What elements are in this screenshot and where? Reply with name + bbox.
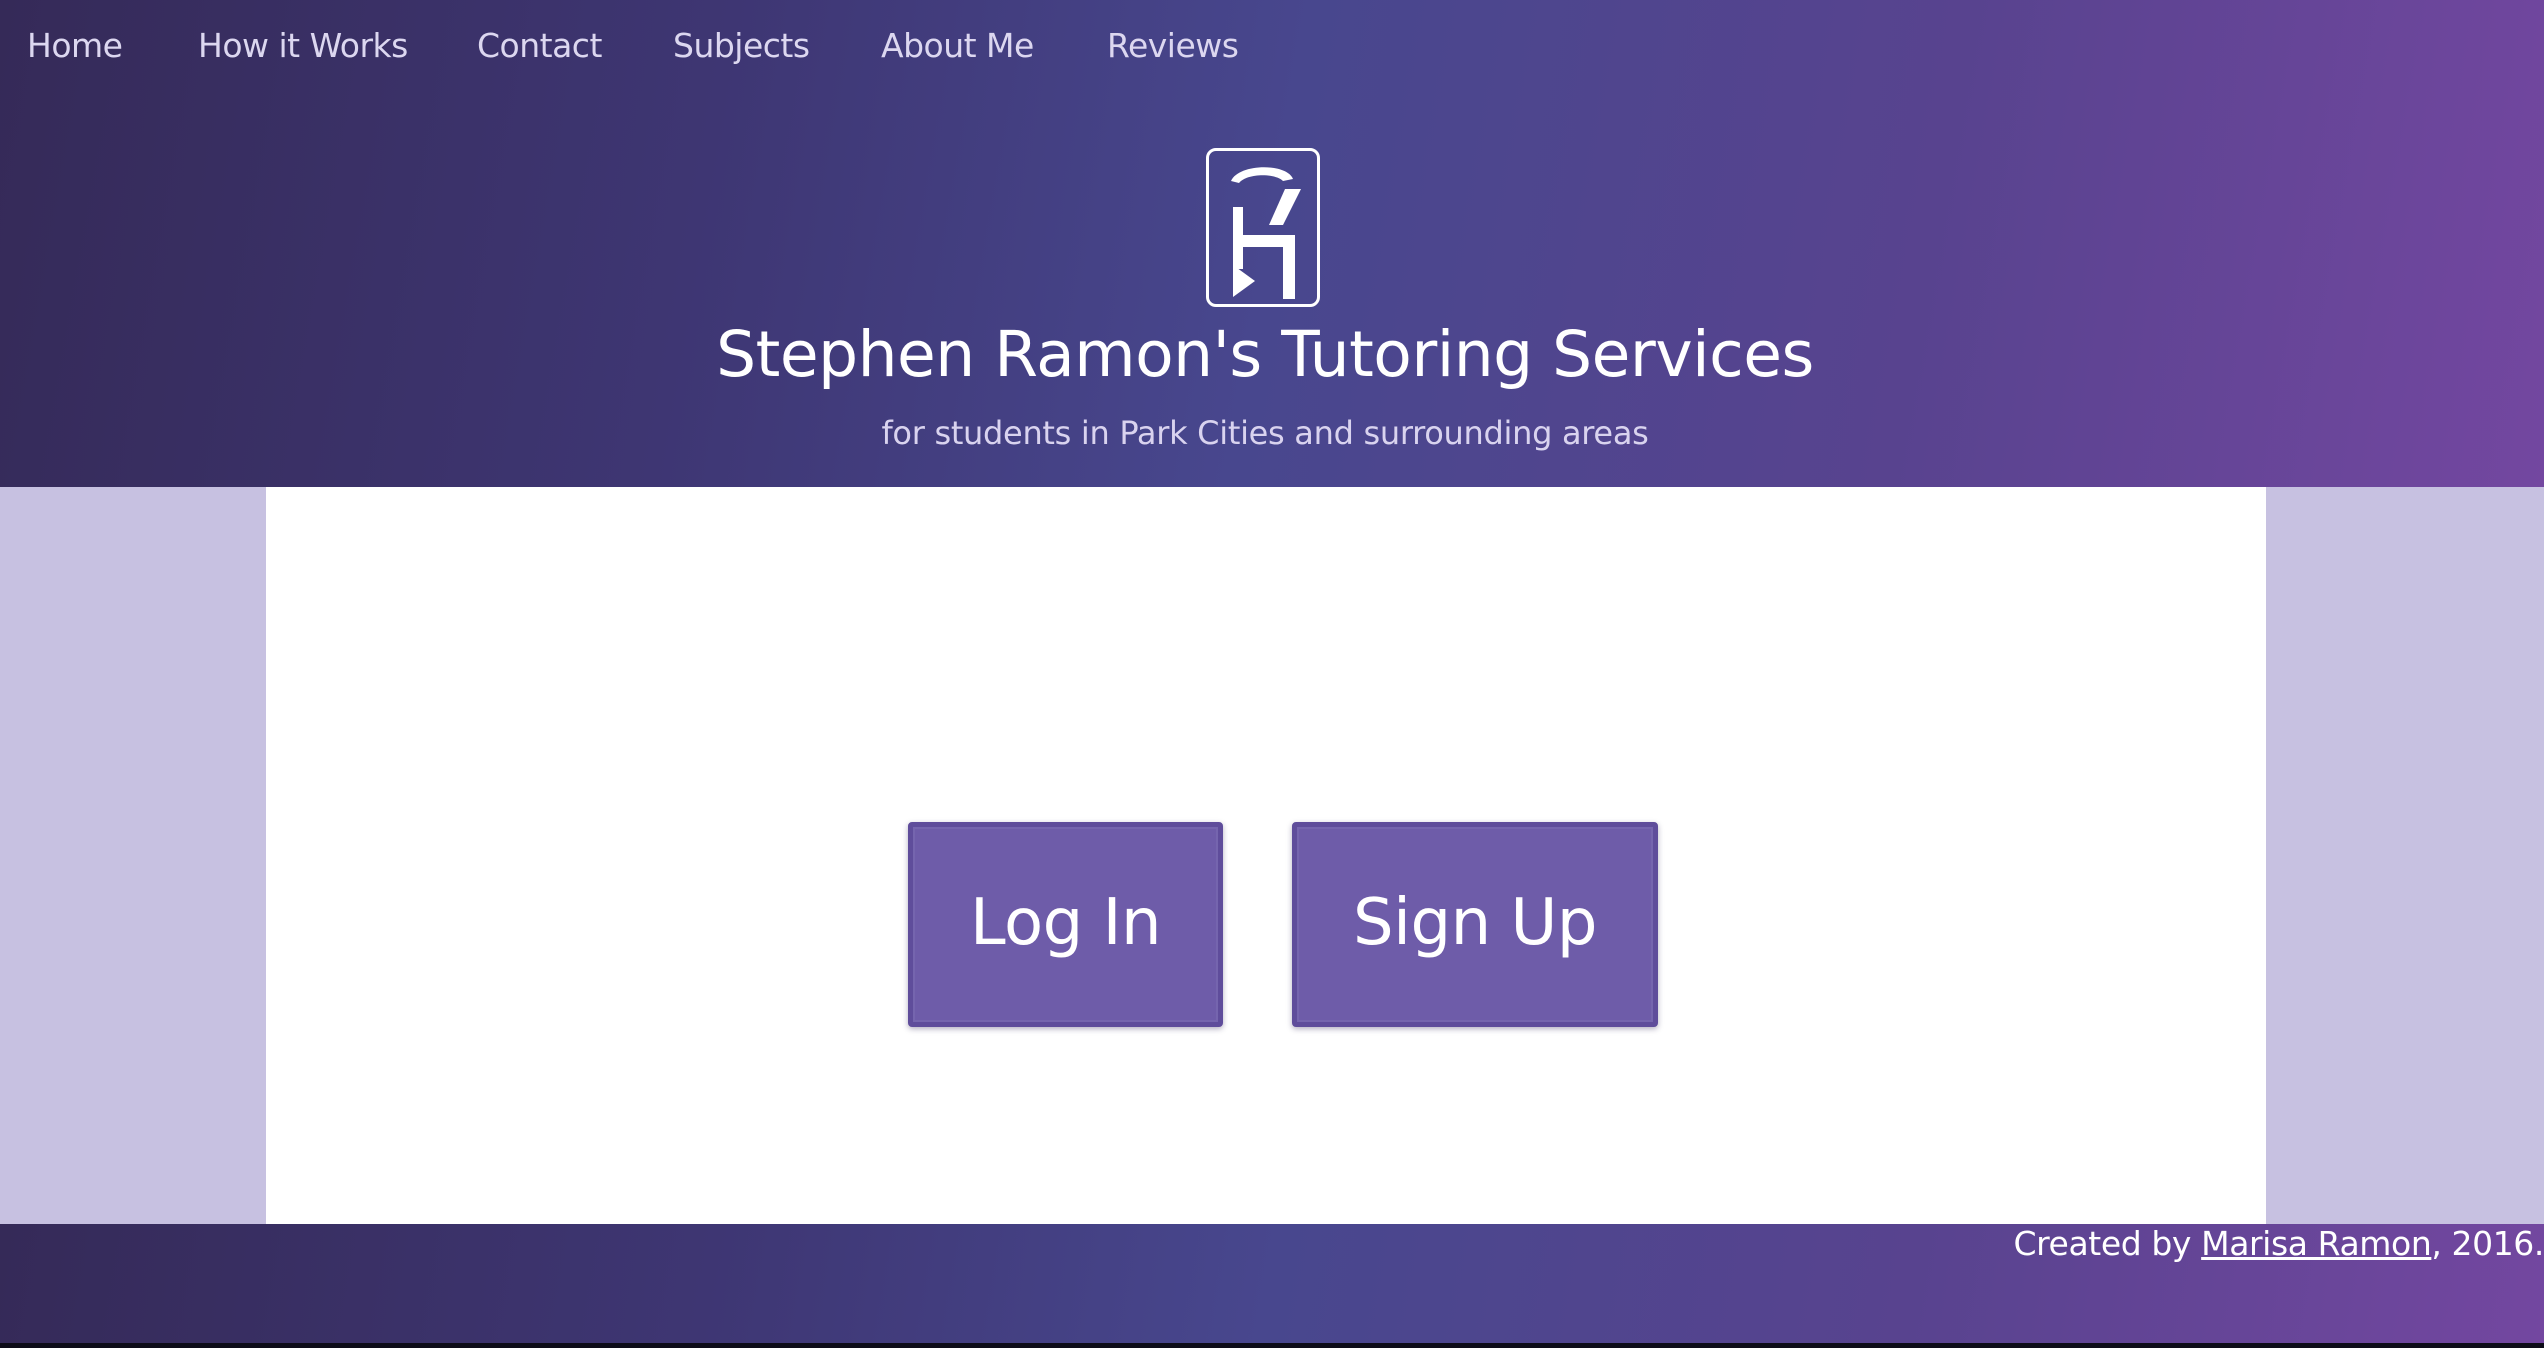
top-nav: Home How it Works Contact Subjects About… bbox=[0, 0, 2544, 95]
nav-contact-link[interactable]: Contact bbox=[477, 26, 602, 65]
site-subtitle: for students in Park Cities and surround… bbox=[881, 414, 1649, 452]
logo-graphic bbox=[1231, 167, 1301, 299]
footer-credit-prefix: Created by bbox=[2013, 1224, 2202, 1263]
footer-credit-suffix: , 2016. bbox=[2431, 1224, 2544, 1263]
sign-up-button[interactable]: Sign Up bbox=[1292, 822, 1658, 1027]
site-title: Stephen Ramon's Tutoring Services bbox=[716, 318, 1814, 391]
header-banner: Home How it Works Contact Subjects About… bbox=[0, 0, 2544, 487]
footer-credit: Created by Marisa Ramon, 2016. bbox=[2013, 1224, 2544, 1263]
nav-how-it-works-link[interactable]: How it Works bbox=[198, 26, 408, 65]
sr-monogram-logo-icon bbox=[1206, 148, 1320, 307]
nav-reviews-link[interactable]: Reviews bbox=[1107, 26, 1239, 65]
nav-subjects-link[interactable]: Subjects bbox=[673, 26, 810, 65]
log-in-button[interactable]: Log In bbox=[908, 822, 1223, 1027]
author-link[interactable]: Marisa Ramon bbox=[2201, 1224, 2432, 1263]
content-panel bbox=[266, 487, 2266, 1224]
nav-home-link[interactable]: Home bbox=[27, 26, 123, 65]
bottom-edge bbox=[0, 1343, 2544, 1348]
nav-about-me-link[interactable]: About Me bbox=[881, 26, 1034, 65]
page: Home How it Works Contact Subjects About… bbox=[0, 0, 2544, 1348]
